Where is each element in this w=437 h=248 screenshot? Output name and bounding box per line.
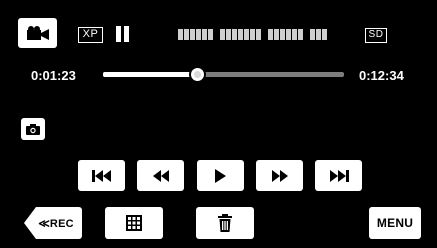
skip-back-button[interactable] bbox=[78, 160, 125, 191]
fast-forward-icon bbox=[271, 169, 288, 182]
video-camera-icon bbox=[26, 26, 49, 40]
grid-index-icon bbox=[126, 215, 142, 231]
file-name-placeholder bbox=[178, 29, 327, 40]
quality-badge: XP bbox=[78, 27, 103, 43]
camera-icon bbox=[26, 123, 40, 135]
menu-button[interactable]: MENU bbox=[369, 207, 421, 239]
pause-icon bbox=[116, 26, 130, 47]
rewind-icon bbox=[152, 169, 169, 182]
rec-label: ≪REC bbox=[38, 217, 74, 230]
trash-icon bbox=[218, 214, 232, 232]
menu-label: MENU bbox=[376, 216, 414, 230]
play-icon bbox=[215, 168, 226, 183]
rewind-button[interactable] bbox=[137, 160, 184, 191]
rec-mode-button[interactable]: ≪REC bbox=[24, 207, 82, 239]
play-button[interactable] bbox=[197, 160, 244, 191]
total-time: 0:12:34 bbox=[359, 68, 404, 83]
delete-button[interactable] bbox=[196, 207, 254, 239]
skip-previous-icon bbox=[91, 169, 112, 182]
progress-track[interactable] bbox=[103, 66, 344, 83]
elapsed-time: 0:01:23 bbox=[31, 68, 76, 83]
video-mode-button[interactable] bbox=[18, 18, 57, 48]
snapshot-button[interactable] bbox=[21, 118, 45, 140]
fast-forward-button[interactable] bbox=[256, 160, 303, 191]
media-badge: SD bbox=[365, 28, 387, 43]
progress-fill bbox=[103, 72, 197, 77]
skip-next-icon bbox=[329, 169, 349, 182]
index-button[interactable] bbox=[105, 207, 163, 239]
skip-forward-button[interactable] bbox=[315, 160, 362, 191]
progress-handle[interactable] bbox=[188, 66, 206, 83]
